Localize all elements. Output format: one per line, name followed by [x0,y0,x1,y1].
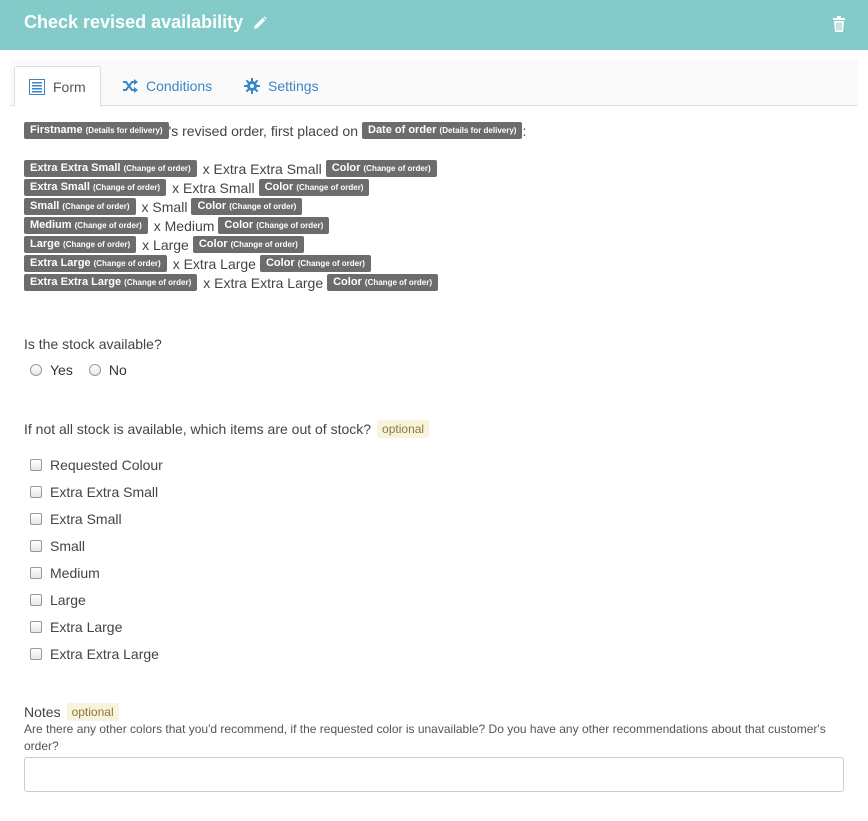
tab-conditions-label: Conditions [146,78,213,94]
order-line: Large (Change of order) x Large Color (C… [24,236,308,253]
pencil-icon[interactable] [253,15,267,30]
order-line: Extra Extra Small (Change of order) x Ex… [24,160,441,177]
checkbox[interactable] [30,594,42,606]
color-tag: Color (Change of order) [327,274,439,291]
tab-bar: Form Conditions Settings [10,60,858,107]
tab-settings-label: Settings [268,78,319,94]
checkbox[interactable] [30,540,42,552]
checkbox[interactable] [30,459,42,471]
checkbox[interactable] [30,513,42,525]
intro-end: : [522,122,527,139]
notes-label: Notes [24,704,61,720]
radio-no-label[interactable]: No [109,362,127,378]
checkbox-item[interactable]: Small [30,538,85,554]
order-date-tag: Date of order (Details for delivery) [362,122,523,139]
out-of-stock-label: If not all stock is available, which ite… [24,421,372,437]
intro-line: Firstname (Details for delivery)'s revis… [24,122,526,139]
out-of-stock-question: If not all stock is available, which ite… [24,420,430,438]
checkbox-label[interactable]: Requested Colour [50,457,163,473]
gear-icon [244,78,260,94]
checkbox-label[interactable]: Medium [50,565,100,581]
size-tag: Small (Change of order) [24,198,136,215]
notes-label-row: Notes optional [24,703,119,721]
order-line: Extra Extra Large (Change of order) x Ex… [24,274,442,291]
color-tag: Color (Change of order) [325,160,437,177]
order-line-text: x Large [142,236,189,253]
checkbox-label[interactable]: Extra Extra Small [50,484,158,500]
form-title-text: Check revised availability [24,12,244,32]
checkbox-item[interactable]: Extra Extra Large [30,646,159,662]
checkbox-item[interactable]: Requested Colour [30,457,163,473]
checkbox-label[interactable]: Small [50,538,85,554]
radio-yes[interactable] [30,364,42,376]
intro-text: 's revised order, first placed on [168,122,358,139]
form-header: Check revised availability [0,0,868,50]
size-tag: Extra Small (Change of order) [24,179,167,196]
checkbox-label[interactable]: Extra Extra Large [50,646,159,662]
checkbox[interactable] [30,648,42,660]
size-tag: Extra Extra Small (Change of order) [24,160,197,177]
size-tag: Large (Change of order) [24,236,137,253]
size-tag: Extra Large (Change of order) [24,255,167,272]
tab-form[interactable]: Form [14,66,101,107]
order-line: Small (Change of order) x Small Color (C… [24,198,306,215]
size-tag: Extra Extra Large (Change of order) [24,274,198,291]
tab-form-label: Form [53,78,86,95]
order-line-text: x Medium [153,217,215,234]
checkbox-item[interactable]: Extra Extra Small [30,484,158,500]
checkbox[interactable] [30,486,42,498]
optional-badge: optional [66,703,119,721]
checkbox-label[interactable]: Large [50,592,86,608]
checkbox[interactable] [30,567,42,579]
order-line: Extra Small (Change of order) x Extra Sm… [24,179,373,196]
checkbox-label[interactable]: Extra Small [50,511,122,527]
notes-help-text: Are there any other colors that you'd re… [24,722,826,753]
checkbox-item[interactable]: Extra Large [30,619,122,635]
color-tag: Color (Change of order) [192,236,304,253]
order-line-text: x Extra Extra Small [202,160,322,177]
checkbox[interactable] [30,621,42,633]
order-line-text: x Small [141,198,188,215]
stock-radio-group: Yes No [30,362,127,378]
stock-question-label: Is the stock available? [24,336,162,352]
tab-settings[interactable]: Settings [230,66,333,106]
checkbox-item[interactable]: Extra Small [30,511,122,527]
checkbox-item[interactable]: Large [30,592,86,608]
color-tag: Color (Change of order) [218,217,330,234]
order-line: Medium (Change of order) x Medium Color … [24,217,333,234]
size-tag: Medium (Change of order) [24,217,148,234]
firstname-tag: Firstname (Details for delivery) [24,122,169,139]
notes-input[interactable] [24,757,844,792]
trash-icon[interactable] [832,16,846,32]
order-line-text: x Extra Extra Large [203,274,324,291]
order-line-text: x Extra Small [172,179,255,196]
color-tag: Color (Change of order) [191,198,303,215]
form-title: Check revised availability [24,12,267,33]
color-tag: Color (Change of order) [259,255,371,272]
checkbox-item[interactable]: Medium [30,565,100,581]
radio-no[interactable] [88,364,101,376]
color-tag: Color (Change of order) [258,179,370,196]
order-line: Extra Large (Change of order) x Extra La… [24,255,375,272]
radio-yes-label[interactable]: Yes [50,362,73,378]
shuffle-icon [123,79,138,93]
tab-conditions[interactable]: Conditions [108,66,226,106]
form-icon [29,78,45,95]
checkbox-label[interactable]: Extra Large [50,619,122,635]
optional-badge: optional [377,420,430,438]
order-line-text: x Extra Large [172,255,256,272]
